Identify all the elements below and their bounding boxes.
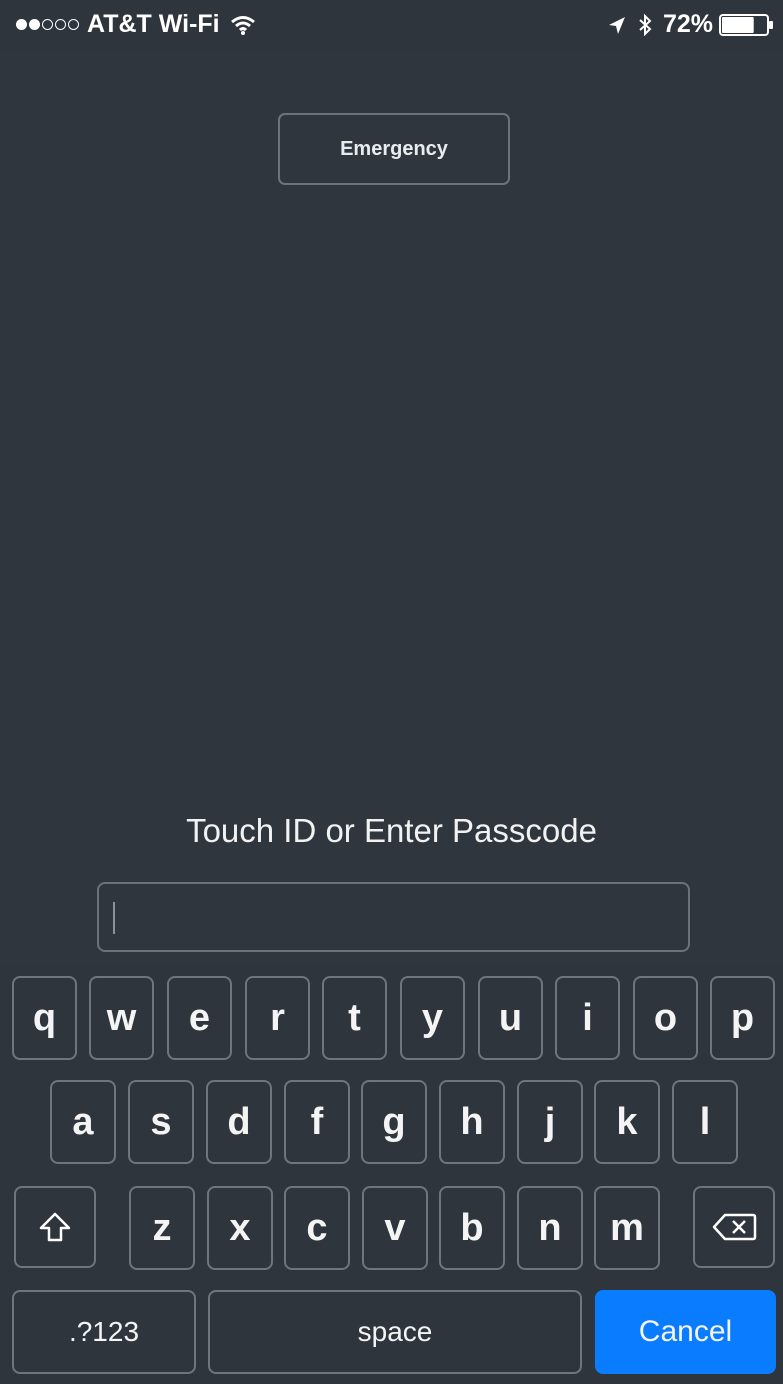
bluetooth-icon bbox=[639, 13, 652, 36]
numbers-mode-key[interactable]: .?123 bbox=[12, 1290, 196, 1374]
key-i[interactable]: i bbox=[555, 976, 620, 1060]
key-f[interactable]: f bbox=[284, 1080, 350, 1164]
key-t[interactable]: t bbox=[322, 976, 387, 1060]
key-u[interactable]: u bbox=[478, 976, 543, 1060]
text-caret bbox=[113, 902, 115, 934]
key-y[interactable]: y bbox=[400, 976, 465, 1060]
shift-arrow-icon bbox=[39, 1212, 71, 1242]
shift-key[interactable] bbox=[14, 1186, 96, 1268]
key-a[interactable]: a bbox=[50, 1080, 116, 1164]
key-g[interactable]: g bbox=[361, 1080, 427, 1164]
key-c[interactable]: c bbox=[284, 1186, 350, 1270]
key-m[interactable]: m bbox=[594, 1186, 660, 1270]
key-w[interactable]: w bbox=[89, 976, 154, 1060]
carrier-name: AT&T Wi-Fi bbox=[87, 10, 220, 38]
location-arrow-icon bbox=[608, 16, 625, 34]
key-p[interactable]: p bbox=[710, 976, 775, 1060]
wifi-icon bbox=[230, 15, 255, 35]
signal-dot bbox=[29, 19, 40, 30]
key-d[interactable]: d bbox=[206, 1080, 272, 1164]
key-o[interactable]: o bbox=[633, 976, 698, 1060]
key-v[interactable]: v bbox=[362, 1186, 428, 1270]
key-q[interactable]: q bbox=[12, 976, 77, 1060]
passcode-prompt: Touch ID or Enter Passcode bbox=[186, 812, 597, 849]
signal-dot bbox=[42, 19, 53, 30]
status-left: AT&T Wi-Fi bbox=[16, 10, 256, 39]
cancel-button[interactable]: Cancel bbox=[595, 1290, 776, 1374]
space-key[interactable]: space bbox=[208, 1290, 582, 1374]
battery-icon bbox=[719, 13, 773, 36]
signal-strength-icon bbox=[16, 19, 81, 30]
keyboard: .?123 space Cancel qwertyuiop asdfghjkl zx… bbox=[0, 964, 783, 1384]
key-k[interactable]: k bbox=[594, 1080, 660, 1164]
key-n[interactable]: n bbox=[517, 1186, 583, 1270]
key-b[interactable]: b bbox=[439, 1186, 505, 1270]
lock-screen: AT&T Wi-Fi 72% Emergency Touch ID or Ent… bbox=[0, 0, 783, 1384]
key-l[interactable]: l bbox=[672, 1080, 738, 1164]
key-z[interactable]: z bbox=[129, 1186, 195, 1270]
status-bar: AT&T Wi-Fi 72% bbox=[0, 0, 783, 52]
signal-dot bbox=[68, 19, 79, 30]
emergency-button[interactable]: Emergency bbox=[278, 113, 510, 185]
signal-dot bbox=[16, 19, 27, 30]
key-e[interactable]: e bbox=[167, 976, 232, 1060]
backspace-icon bbox=[712, 1213, 757, 1241]
key-r[interactable]: r bbox=[245, 976, 310, 1060]
key-s[interactable]: s bbox=[128, 1080, 194, 1164]
delete-key[interactable] bbox=[693, 1186, 775, 1268]
signal-dot bbox=[55, 19, 66, 30]
key-j[interactable]: j bbox=[517, 1080, 583, 1164]
passcode-input[interactable] bbox=[97, 882, 690, 952]
key-x[interactable]: x bbox=[207, 1186, 273, 1270]
status-right: 72% bbox=[607, 10, 775, 39]
battery-percent: 72% bbox=[662, 10, 713, 38]
key-h[interactable]: h bbox=[439, 1080, 505, 1164]
